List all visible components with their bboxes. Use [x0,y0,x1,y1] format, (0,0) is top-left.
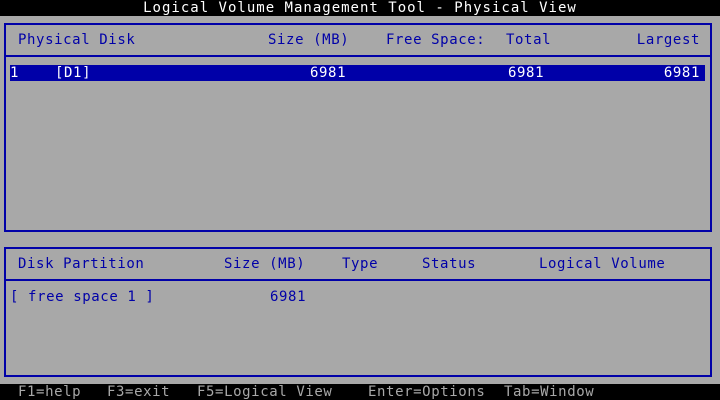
partition-size: 6981 [270,289,307,305]
exit-key[interactable]: F3=exit [107,384,170,400]
status-bar: F1=help F3=exit F5=Logical View Enter=Op… [0,384,720,400]
window-key[interactable]: Tab=Window [504,384,594,400]
col-status: Status [422,256,477,272]
physical-disk-panel[interactable]: Physical Disk Size (MB) Free Space: Tota… [4,23,712,232]
disk-size: 6981 [310,65,347,81]
col-total: Total [506,32,552,48]
table-row[interactable]: 1 [D1] 6981 6981 6981 [10,65,705,81]
col-size-mb: Size (MB) [268,32,350,48]
col-partition-size: Size (MB) [224,256,306,272]
col-type: Type [342,256,379,272]
col-free-space: Free Space: [386,32,486,48]
header-divider [6,279,710,281]
help-key[interactable]: F1=help [18,384,81,400]
window-title: Logical Volume Management Tool - Physica… [0,0,720,16]
list-item[interactable]: [ free space 1 ] 6981 [8,289,708,305]
col-largest: Largest [636,32,700,48]
partition-name: [ free space 1 ] [10,289,155,305]
disk-index: 1 [10,65,20,81]
header-divider [6,55,710,57]
col-physical-disk: Physical Disk [18,32,136,48]
col-disk-partition: Disk Partition [18,256,145,272]
disk-free-largest: 6981 [663,65,700,81]
disk-free-total: 6981 [508,65,545,81]
col-logical-volume: Logical Volume [539,256,666,272]
disk-partition-panel[interactable]: Disk Partition Size (MB) Type Status Log… [4,247,712,377]
logical-view-key[interactable]: F5=Logical View [197,384,332,400]
options-key[interactable]: Enter=Options [368,384,485,400]
disk-name: [D1] [55,65,92,81]
